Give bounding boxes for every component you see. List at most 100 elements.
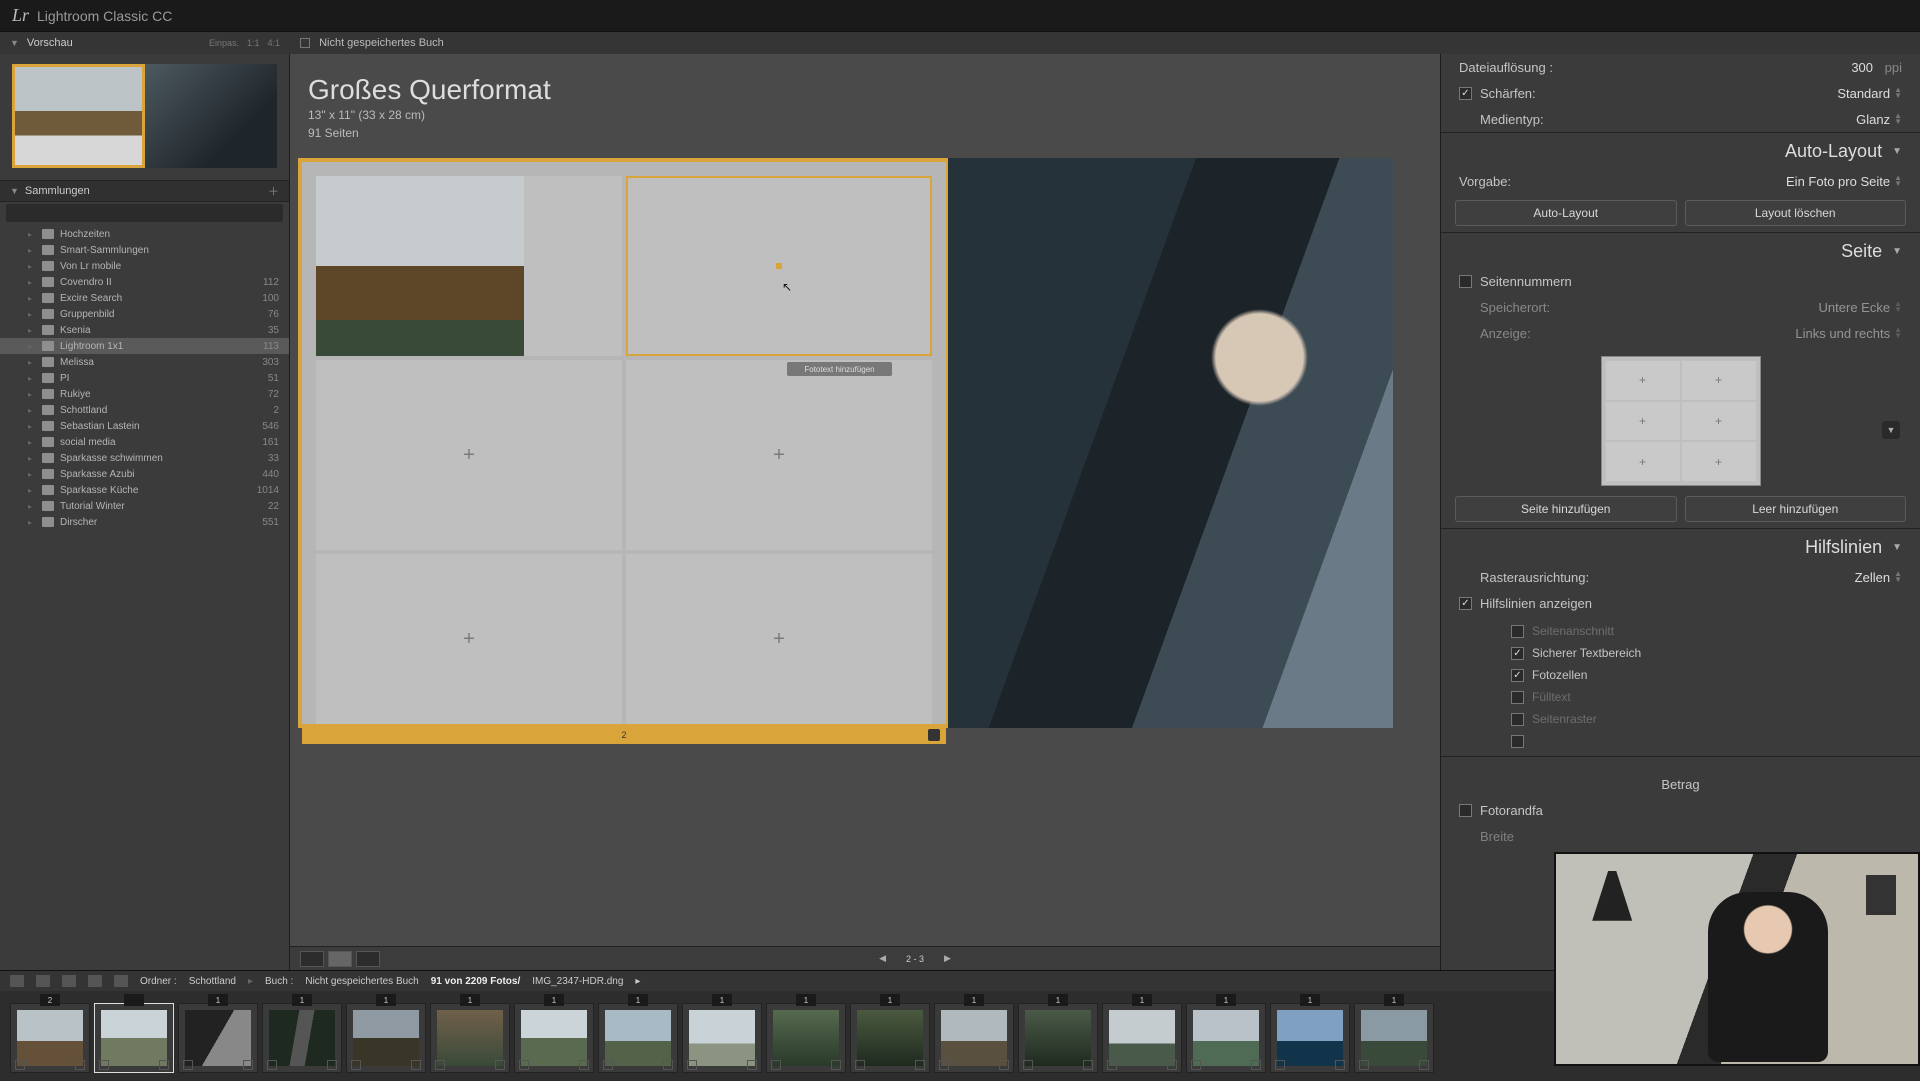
guide-bleed-checkbox[interactable]: [1511, 625, 1524, 638]
filmstrip-thumb[interactable]: 1: [598, 1003, 678, 1073]
filmstrip-thumb[interactable]: 1: [1186, 1003, 1266, 1073]
crumb-folder-name[interactable]: Schottland: [189, 976, 236, 987]
page-left[interactable]: + + + + Fototext hinzufügen ↖ 2: [298, 158, 948, 728]
next-spread-button[interactable]: ▶: [944, 953, 951, 964]
collection-name: Gruppenbild: [60, 309, 114, 320]
page-numbers-checkbox[interactable]: [1459, 275, 1472, 288]
preset-value[interactable]: Ein Foto pro Seite: [1786, 174, 1890, 189]
spread-range: 2 - 3: [906, 954, 924, 964]
filmstrip-thumb[interactable]: 1: [1270, 1003, 1350, 1073]
crumb-book-name[interactable]: Nicht gespeichertes Buch: [305, 976, 418, 987]
sharpen-value[interactable]: Standard: [1837, 86, 1890, 101]
filmstrip-thumb[interactable]: 1: [346, 1003, 426, 1073]
filmstrip-thumb[interactable]: 1: [1018, 1003, 1098, 1073]
filmstrip-thumb[interactable]: 2: [10, 1003, 90, 1073]
prev-spread-button[interactable]: ◀: [879, 953, 886, 964]
zoom-fit[interactable]: Einpas.: [209, 38, 239, 48]
collection-row[interactable]: ▸Schottland2: [0, 402, 289, 418]
plus-icon[interactable]: [88, 975, 102, 987]
add-blank-button[interactable]: Leer hinzufügen: [1685, 496, 1907, 522]
photo-cell[interactable]: +: [626, 554, 932, 724]
collection-row[interactable]: ▸Sparkasse Azubi440: [0, 466, 289, 482]
collection-row[interactable]: ▸Tutorial Winter22: [0, 498, 289, 514]
sharpen-checkbox[interactable]: [1459, 87, 1472, 100]
collection-row[interactable]: ▸Von Lr mobile: [0, 258, 289, 274]
page-selection-bar[interactable]: 2: [302, 726, 946, 744]
collection-row[interactable]: ▸Rukiye72: [0, 386, 289, 402]
collection-row[interactable]: ▸Sparkasse Küche1014: [0, 482, 289, 498]
show-guides-checkbox[interactable]: [1459, 597, 1472, 610]
gridalign-value[interactable]: Zellen: [1855, 570, 1890, 585]
collections-search[interactable]: [6, 204, 283, 222]
guide-filler-checkbox[interactable]: [1511, 691, 1524, 704]
collection-name: Dirscher: [60, 517, 97, 528]
collection-row[interactable]: ▸Sparkasse schwimmen33: [0, 450, 289, 466]
filmstrip-thumb[interactable]: 1: [514, 1003, 594, 1073]
collection-row[interactable]: ▸Covendro II112: [0, 274, 289, 290]
photo-cell[interactable]: [316, 176, 622, 356]
section-auto-layout[interactable]: Auto-Layout▼: [1441, 132, 1920, 168]
sort-icon[interactable]: [114, 975, 128, 987]
add-photo-text-hint[interactable]: Fototext hinzufügen: [787, 362, 892, 376]
filmstrip-thumb[interactable]: 1: [766, 1003, 846, 1073]
collection-row[interactable]: ▸PI51: [0, 370, 289, 386]
collection-row[interactable]: ▸Sebastian Lastein546: [0, 418, 289, 434]
display-value[interactable]: Links und rechts: [1795, 326, 1890, 341]
guide-photocells-checkbox[interactable]: [1511, 669, 1524, 682]
view-single-button[interactable]: [356, 951, 380, 967]
view-spread-button[interactable]: [328, 951, 352, 967]
location-label: Speicherort:: [1480, 300, 1550, 315]
media-value[interactable]: Glanz: [1856, 112, 1890, 127]
section-page[interactable]: Seite▼: [1441, 232, 1920, 268]
monitor2-icon[interactable]: [36, 975, 50, 987]
spread-preview-thumb[interactable]: [12, 64, 277, 168]
folder-icon: [42, 437, 54, 447]
clear-layout-button[interactable]: Layout löschen: [1685, 200, 1907, 226]
view-grid-button[interactable]: [300, 951, 324, 967]
collection-row[interactable]: ▸Hochzeiten: [0, 226, 289, 242]
location-value[interactable]: Untere Ecke: [1819, 300, 1891, 315]
page-right[interactable]: 3: [948, 158, 1393, 728]
collection-row[interactable]: ▸Melissa303: [0, 354, 289, 370]
zoom-1-1[interactable]: 1:1: [247, 38, 260, 48]
guide-pagegrid-checkbox[interactable]: [1511, 713, 1524, 726]
filmstrip-thumb[interactable]: 1: [682, 1003, 762, 1073]
collection-row[interactable]: ▸Excire Search100: [0, 290, 289, 306]
add-collection-icon[interactable]: ＋: [268, 183, 279, 199]
photo-cell-selected[interactable]: [626, 176, 932, 356]
filmstrip-thumb[interactable]: 1: [178, 1003, 258, 1073]
monitor-icon[interactable]: [10, 975, 24, 987]
photo-cell[interactable]: +: [316, 554, 622, 724]
filmstrip-thumb[interactable]: 1: [1102, 1003, 1182, 1073]
guide-extra-checkbox[interactable]: [1511, 735, 1524, 748]
filmstrip-thumb[interactable]: 1: [1354, 1003, 1434, 1073]
layout-picker-button[interactable]: ▼: [1882, 421, 1900, 439]
collection-row[interactable]: ▸Lightroom 1x1113: [0, 338, 289, 354]
chevron-down-icon[interactable]: ▼: [10, 38, 19, 48]
grid-icon[interactable]: [62, 975, 76, 987]
zoom-4-1[interactable]: 4:1: [267, 38, 280, 48]
filmstrip-thumb[interactable]: [94, 1003, 174, 1073]
add-page-button[interactable]: Seite hinzufügen: [1455, 496, 1677, 522]
section-guides[interactable]: Hilfslinien▼: [1441, 528, 1920, 564]
collection-row[interactable]: ▸Dirscher551: [0, 514, 289, 530]
collection-name: Sparkasse schwimmen: [60, 453, 163, 464]
collections-header[interactable]: ▼ Sammlungen ＋: [0, 180, 289, 202]
filmstrip-thumb[interactable]: 1: [262, 1003, 342, 1073]
filmstrip-thumb[interactable]: 1: [430, 1003, 510, 1073]
resolution-value[interactable]: 300: [1851, 60, 1873, 75]
filmstrip-thumb[interactable]: 1: [850, 1003, 930, 1073]
guide-textsafe-checkbox[interactable]: [1511, 647, 1524, 660]
collection-row[interactable]: ▸social media161: [0, 434, 289, 450]
page-options-handle[interactable]: [928, 729, 940, 741]
collection-row[interactable]: ▸Ksenia35: [0, 322, 289, 338]
filmstrip-thumb[interactable]: 1: [934, 1003, 1014, 1073]
auto-layout-button[interactable]: Auto-Layout: [1455, 200, 1677, 226]
page-layout-preview[interactable]: ++ ++ ++: [1601, 356, 1761, 486]
crumb-folder-label: Ordner :: [140, 976, 177, 987]
photo-cell[interactable]: +: [626, 360, 932, 550]
collection-row[interactable]: ▸Gruppenbild76: [0, 306, 289, 322]
photo-border-checkbox[interactable]: [1459, 804, 1472, 817]
photo-cell[interactable]: +: [316, 360, 622, 550]
collection-row[interactable]: ▸Smart-Sammlungen: [0, 242, 289, 258]
